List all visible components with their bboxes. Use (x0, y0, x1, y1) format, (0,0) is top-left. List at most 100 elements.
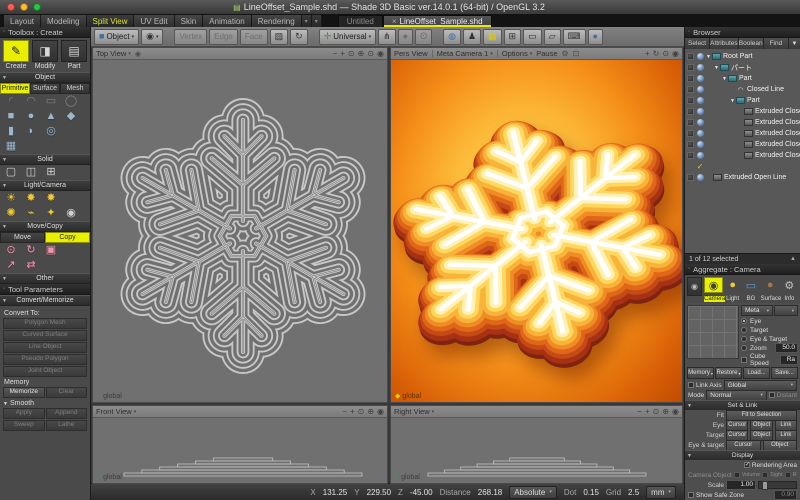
show-safe-zone-checkbox[interactable] (688, 492, 694, 498)
render-flag-icon[interactable] (687, 86, 694, 93)
convert-memorize-header[interactable]: ▼Convert/Memorize (0, 295, 90, 306)
render-settings-icon[interactable]: ⚙ (562, 49, 569, 58)
scale-slider[interactable] (758, 481, 797, 489)
circle-tool-icon[interactable]: ◯ (63, 95, 79, 108)
camera-selector[interactable]: Meta Camera 1▾ (437, 49, 493, 58)
eye-target-object-button[interactable]: Object (763, 440, 798, 451)
mode-tab-menu-icon[interactable]: ▾ (312, 15, 322, 27)
fit-view-icon[interactable]: ◉ (377, 49, 384, 58)
tab-mesh[interactable]: Mesh (60, 83, 90, 94)
aggregate-tab-light[interactable]: ●Light (724, 277, 741, 302)
mode-dropdown[interactable]: Normal▾ (706, 390, 767, 401)
torus-tool-icon[interactable]: ◎ (43, 125, 59, 138)
panel-collapse-icon[interactable]: ◦ (688, 266, 690, 272)
mode-tab-uv-edit[interactable]: UV Edit (134, 15, 174, 27)
aggregate-tab-bg[interactable]: ▭BG (742, 277, 759, 302)
render-flag-icon[interactable] (687, 130, 694, 137)
skeleton-button[interactable]: ⋔ (378, 29, 396, 45)
panel-collapse-icon[interactable]: ◦ (3, 286, 5, 292)
box-tool-icon[interactable]: ▦ (3, 140, 19, 153)
aggregate-tab-surface[interactable]: ●Surface (761, 277, 780, 302)
tree-row-extruded-5[interactable]: Extruded Closed (685, 150, 800, 161)
fit-view-icon[interactable]: ◉ (377, 407, 384, 416)
toolbox-tab-modify[interactable]: ◨ Modify (32, 40, 58, 70)
smooth-apply-button[interactable]: Apply (3, 408, 45, 419)
zoom-tool-icon[interactable]: ⊙ (662, 49, 669, 58)
zoom-in-icon[interactable]: + (350, 407, 355, 416)
mode-tab-overflow-icon[interactable]: ▾ (302, 15, 312, 27)
smooth-section[interactable]: ▼Smooth (3, 400, 87, 407)
solid-union-icon[interactable]: ▢ (3, 166, 19, 179)
target-radio[interactable] (741, 327, 747, 333)
pers-view-selector[interactable]: Pers View (394, 49, 428, 58)
lasso-rotate-button[interactable]: ↻ (290, 29, 308, 45)
camera-tool-icon[interactable]: ◉ (63, 207, 79, 220)
browser-tab-attributes[interactable]: Attributes (710, 38, 738, 49)
visibility-ball-icon[interactable] (697, 97, 704, 104)
edge-mode-button[interactable]: Edge (209, 29, 238, 45)
slider-thumb[interactable] (762, 481, 768, 490)
browser-tab-find[interactable]: Find (764, 38, 789, 49)
zoom-in-icon[interactable]: + (340, 49, 345, 58)
fit-view-icon[interactable]: ◉ (672, 407, 679, 416)
rectangle-tool-icon[interactable]: ▭ (43, 95, 59, 108)
zoom-out-icon[interactable]: − (333, 49, 338, 58)
pan-icon[interactable]: ⊕ (662, 407, 669, 416)
aggregate-tab-info[interactable]: ⚙Info (781, 277, 798, 302)
move-button[interactable]: Move (0, 232, 45, 243)
visibility-ball-icon[interactable] (697, 174, 704, 181)
top-view-canvas[interactable]: ⌐global (93, 60, 387, 402)
zoom-in-icon[interactable]: + (645, 407, 650, 416)
move-copy-section-header[interactable]: ▼Move/Copy (0, 221, 90, 232)
top-view-selector[interactable]: Top View▾ (96, 49, 131, 58)
distant-checkbox[interactable] (769, 392, 775, 398)
mode-tab-rendering[interactable]: Rendering (252, 15, 302, 27)
zoom-radio[interactable] (741, 345, 747, 351)
cube-speed-value[interactable]: Ra (780, 355, 798, 365)
render-flag-icon[interactable] (687, 152, 694, 159)
expand-icon[interactable]: ▼ (705, 54, 712, 60)
filter-icon[interactable]: ▼ (789, 38, 800, 49)
render-flag-icon[interactable] (687, 75, 694, 82)
pan-icon[interactable]: ⊕ (367, 407, 374, 416)
cube-tool-icon[interactable]: ■ (3, 110, 19, 123)
tree-row-extruded-open-line[interactable]: Extruded Open Line (685, 172, 800, 183)
light-display-button[interactable]: ʘ (415, 29, 432, 45)
mode-tab-animation[interactable]: Animation (203, 15, 252, 27)
expand-icon[interactable]: ▼ (713, 65, 720, 71)
magnifier-icon[interactable]: ⊙ (653, 407, 660, 416)
minimize-window-button[interactable] (20, 3, 28, 11)
sight-checkbox[interactable] (762, 472, 768, 478)
restore-button[interactable]: Restore▾ (715, 367, 742, 379)
tool-parameters-header[interactable]: ◦Tool Parameters (0, 284, 90, 295)
manipulator-button[interactable]: ✛Universal▾ (319, 29, 376, 45)
render-flag-icon[interactable] (687, 108, 694, 115)
mode-tab-modeling[interactable]: Modeling (41, 15, 86, 27)
tree-row-extruded-3[interactable]: Extruded Closed (685, 128, 800, 139)
target-radio-row[interactable]: Target (741, 326, 798, 334)
convert-joint-object-button[interactable]: Joint Object (3, 366, 87, 377)
eye-target-radio[interactable] (741, 336, 747, 342)
open-line-tool-icon[interactable]: ◜ (3, 95, 19, 108)
visibility-ball-icon[interactable] (697, 53, 704, 60)
zoom-value-field[interactable]: 50.0 (775, 343, 798, 353)
aggregate-header[interactable]: ◦Aggregate : Camera (685, 264, 800, 275)
tree-row-part-jp[interactable]: ▼パート (685, 62, 800, 73)
copy-button[interactable]: Copy (45, 232, 90, 243)
cone-tool-icon[interactable]: ▲ (43, 110, 59, 123)
sphere-tool-icon[interactable]: ● (23, 110, 39, 123)
zoom-in-icon[interactable]: + (645, 49, 650, 58)
tree-row-extruded-4[interactable]: Extruded Closed (685, 139, 800, 150)
visibility-ball-icon[interactable] (697, 108, 704, 115)
browser-header[interactable]: ◦Browser (685, 27, 800, 38)
mode-tab-split-view[interactable]: Split View (87, 15, 135, 27)
scale-value-field[interactable]: 1.00 (726, 480, 756, 490)
cube-speed-checkbox[interactable] (741, 357, 747, 363)
sun-light-icon[interactable]: ☀ (3, 192, 19, 205)
clear-button[interactable]: Clear (46, 387, 88, 398)
unit-dropdown[interactable]: mm▾ (646, 486, 676, 499)
doc-tab-untitled[interactable]: Untitled (338, 15, 383, 27)
convert-curved-surface-button[interactable]: Curved Surface (3, 330, 87, 341)
scale-transform-icon[interactable]: ⊙ (3, 244, 19, 257)
coordinate-mode-dropdown[interactable]: Absolute▾ (509, 486, 557, 499)
